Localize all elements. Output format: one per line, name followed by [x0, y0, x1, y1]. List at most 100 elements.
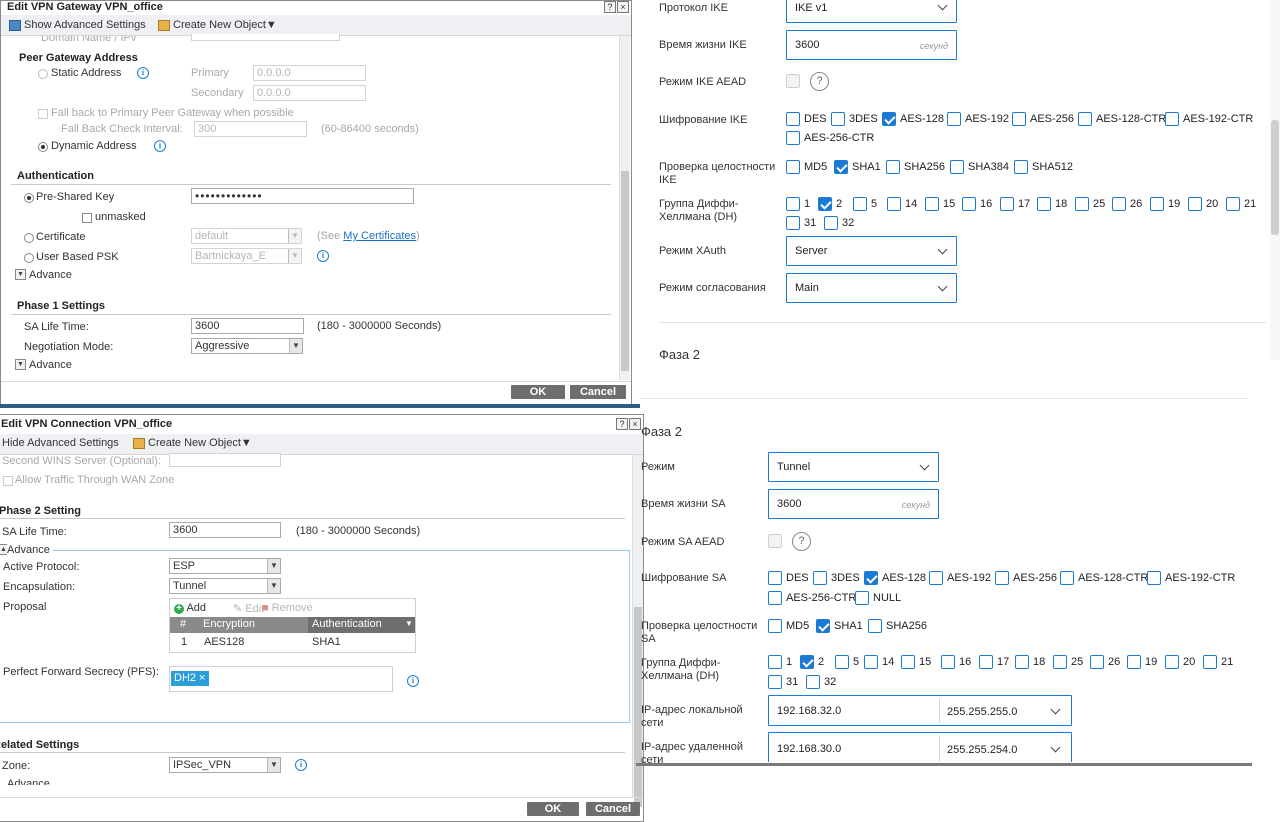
- sa-dh-21-checkbox[interactable]: [1203, 655, 1217, 669]
- sa-dh-16-checkbox[interactable]: [941, 655, 955, 669]
- ok-button[interactable]: OK: [511, 385, 565, 399]
- ike-int-sha512-checkbox[interactable]: [1014, 160, 1028, 174]
- advance-toggle[interactable]: Advance: [29, 359, 72, 371]
- sa-enc-3des-checkbox[interactable]: [813, 571, 827, 585]
- table-row[interactable]: 1 AES128 SHA1: [170, 634, 415, 650]
- ike-aead-checkbox[interactable]: [786, 74, 800, 88]
- remove-proposal-button[interactable]: ■ Remove: [262, 602, 313, 614]
- certificate-radio[interactable]: [24, 233, 34, 243]
- secondary-input[interactable]: 0.0.0.0: [253, 85, 366, 101]
- add-proposal-button[interactable]: + Add: [174, 602, 206, 614]
- ike-enc-aes-192-checkbox[interactable]: [947, 112, 961, 126]
- sa-enc-des-checkbox[interactable]: [768, 571, 782, 585]
- sa-dh-15-checkbox[interactable]: [901, 655, 915, 669]
- advance-toggle[interactable]: Advance: [29, 269, 72, 281]
- ike-lifetime-input[interactable]: 3600 секунд: [786, 30, 957, 60]
- active-protocol-select[interactable]: ESP ▼: [169, 558, 281, 574]
- ike-dh-14-checkbox[interactable]: [887, 197, 901, 211]
- sa-life-input[interactable]: 3600: [191, 318, 304, 334]
- sa-int-sha1-checkbox[interactable]: [816, 619, 830, 633]
- scrollbar[interactable]: [1270, 0, 1280, 360]
- sa-dh-2-checkbox[interactable]: [800, 655, 814, 669]
- dynamic-address-radio[interactable]: [38, 142, 48, 152]
- ike-dh-18-checkbox[interactable]: [1037, 197, 1051, 211]
- remote-network-input[interactable]: 192.168.30.0 255.255.254.0: [768, 732, 1072, 762]
- ike-int-md5-checkbox[interactable]: [786, 160, 800, 174]
- sa-enc-aes-256-ctr-checkbox[interactable]: [768, 591, 782, 605]
- ike-dh-1-checkbox[interactable]: [786, 197, 800, 211]
- domain-name-input[interactable]: [191, 34, 340, 41]
- ike-dh-19-checkbox[interactable]: [1150, 197, 1164, 211]
- ike-dh-16-checkbox[interactable]: [962, 197, 976, 211]
- sa-dh-17-checkbox[interactable]: [979, 655, 993, 669]
- ike-enc-aes-128-checkbox[interactable]: [882, 112, 896, 126]
- help-icon[interactable]: ?: [792, 532, 811, 551]
- ike-int-sha256-checkbox[interactable]: [886, 160, 900, 174]
- sa-enc-aes-256-checkbox[interactable]: [995, 571, 1009, 585]
- show-advanced-settings[interactable]: Show Advanced Settings: [9, 19, 146, 31]
- close-icon[interactable]: ×: [629, 418, 641, 430]
- scrollbar-thumb[interactable]: [1271, 120, 1279, 235]
- sa-enc-aes-192-checkbox[interactable]: [929, 571, 943, 585]
- remote-mask-select[interactable]: 255.255.254.0: [947, 744, 1017, 756]
- cancel-button[interactable]: Cancel: [570, 385, 626, 399]
- sa-aead-checkbox[interactable]: [768, 534, 782, 548]
- ike-enc-aes-192-ctr-checkbox[interactable]: [1165, 112, 1179, 126]
- ike-enc-aes-256-ctr-checkbox[interactable]: [786, 131, 800, 145]
- sort-down-icon[interactable]: ▼: [405, 619, 413, 628]
- sa-enc-aes-128-checkbox[interactable]: [864, 571, 878, 585]
- cancel-button[interactable]: Cancel: [586, 802, 640, 816]
- ike-dh-2-checkbox[interactable]: [818, 197, 832, 211]
- help-icon[interactable]: ?: [616, 418, 628, 430]
- pre-shared-key-input[interactable]: •••••••••••••: [191, 188, 414, 204]
- sa-dh-19-checkbox[interactable]: [1127, 655, 1141, 669]
- sa-int-sha256-checkbox[interactable]: [868, 619, 882, 633]
- scrollbar-thumb[interactable]: [621, 171, 629, 371]
- sa-lifetime-input[interactable]: 3600 секунд: [768, 489, 939, 519]
- allow-wan-checkbox[interactable]: [3, 476, 13, 486]
- sa-life-input[interactable]: 3600: [169, 522, 281, 538]
- ike-int-sha1-checkbox[interactable]: [834, 160, 848, 174]
- info-icon[interactable]: i: [137, 67, 149, 79]
- create-new-object-menu[interactable]: Create New Object▼: [133, 437, 252, 449]
- edit-proposal-button[interactable]: ✎ Edit: [233, 602, 264, 615]
- wins-input[interactable]: [169, 453, 281, 467]
- static-address-radio[interactable]: [38, 69, 48, 79]
- ike-dh-32-checkbox[interactable]: [824, 216, 838, 230]
- sa-dh-20-checkbox[interactable]: [1165, 655, 1179, 669]
- advance-toggle[interactable]: Advance: [7, 544, 53, 556]
- help-icon[interactable]: ?: [604, 1, 616, 13]
- ike-dh-17-checkbox[interactable]: [1000, 197, 1014, 211]
- ok-button[interactable]: OK: [527, 802, 579, 816]
- xauth-select[interactable]: Server: [786, 236, 957, 266]
- info-icon[interactable]: i: [295, 759, 307, 771]
- sa-dh-14-checkbox[interactable]: [864, 655, 878, 669]
- sa-dh-25-checkbox[interactable]: [1053, 655, 1067, 669]
- info-icon[interactable]: i: [407, 675, 419, 687]
- sa-mode-select[interactable]: Tunnel: [768, 452, 939, 482]
- expand-triangle-icon[interactable]: ▼: [15, 269, 26, 280]
- ike-enc-aes-128-ctr-checkbox[interactable]: [1078, 112, 1092, 126]
- ike-dh-5-checkbox[interactable]: [853, 197, 867, 211]
- sa-enc-aes-192-ctr-checkbox[interactable]: [1147, 571, 1161, 585]
- sa-dh-18-checkbox[interactable]: [1015, 655, 1029, 669]
- ike-dh-21-checkbox[interactable]: [1226, 197, 1240, 211]
- unmasked-checkbox[interactable]: [82, 213, 92, 223]
- zone-select[interactable]: IPSec_VPN ▼: [169, 757, 281, 773]
- ike-dh-25-checkbox[interactable]: [1075, 197, 1089, 211]
- ike-dh-31-checkbox[interactable]: [786, 216, 800, 230]
- negotiation-mode-select[interactable]: Main: [786, 273, 957, 303]
- hide-advanced-settings[interactable]: Hide Advanced Settings: [2, 437, 119, 449]
- certificate-select[interactable]: default ▼: [191, 228, 302, 244]
- sa-dh-1-checkbox[interactable]: [768, 655, 782, 669]
- sa-enc-aes-128-ctr-checkbox[interactable]: [1060, 571, 1074, 585]
- sa-enc-null-checkbox[interactable]: [855, 591, 869, 605]
- close-icon[interactable]: ×: [617, 1, 629, 13]
- fallback-checkbox[interactable]: [38, 109, 48, 119]
- info-icon[interactable]: i: [317, 250, 329, 262]
- negotiation-mode-select[interactable]: Aggressive ▼: [191, 338, 303, 354]
- ike-protocol-select[interactable]: IKE v1: [786, 0, 957, 23]
- pfs-select[interactable]: DH2 ×: [169, 666, 393, 692]
- my-certificates-link[interactable]: My Certificates: [343, 230, 416, 242]
- sa-dh-32-checkbox[interactable]: [806, 675, 820, 689]
